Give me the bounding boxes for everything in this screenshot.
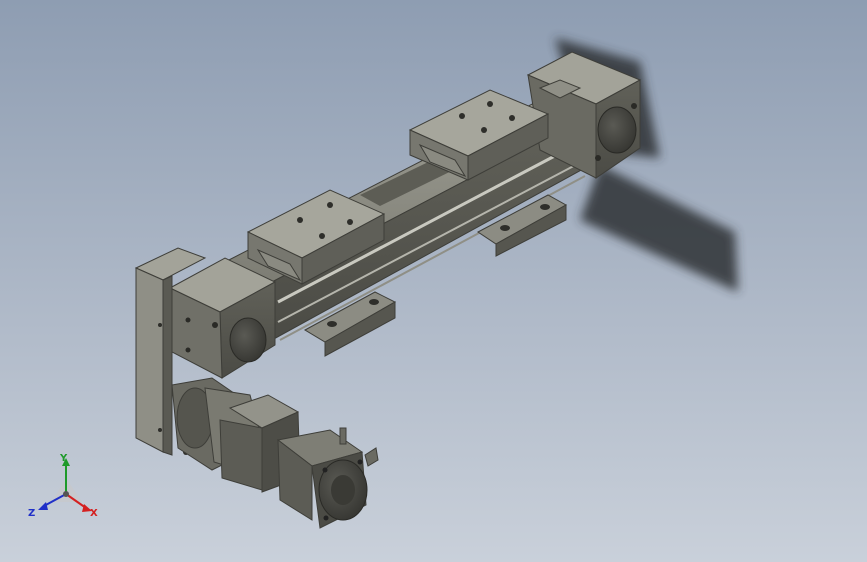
triad-origin: [63, 491, 69, 497]
cad-viewport[interactable]: Y X Z: [0, 0, 867, 562]
orientation-triad[interactable]: Y X Z: [28, 453, 98, 519]
model-scene[interactable]: Y X Z: [0, 0, 867, 562]
z-axis-label: Z: [28, 508, 35, 519]
y-axis-label: Y: [59, 453, 68, 464]
servo-motor[interactable]: [219, 394, 379, 529]
end-cap-near[interactable]: [168, 257, 277, 379]
x-axis-label: X: [90, 508, 98, 519]
z-axis-arrow: [38, 502, 48, 510]
